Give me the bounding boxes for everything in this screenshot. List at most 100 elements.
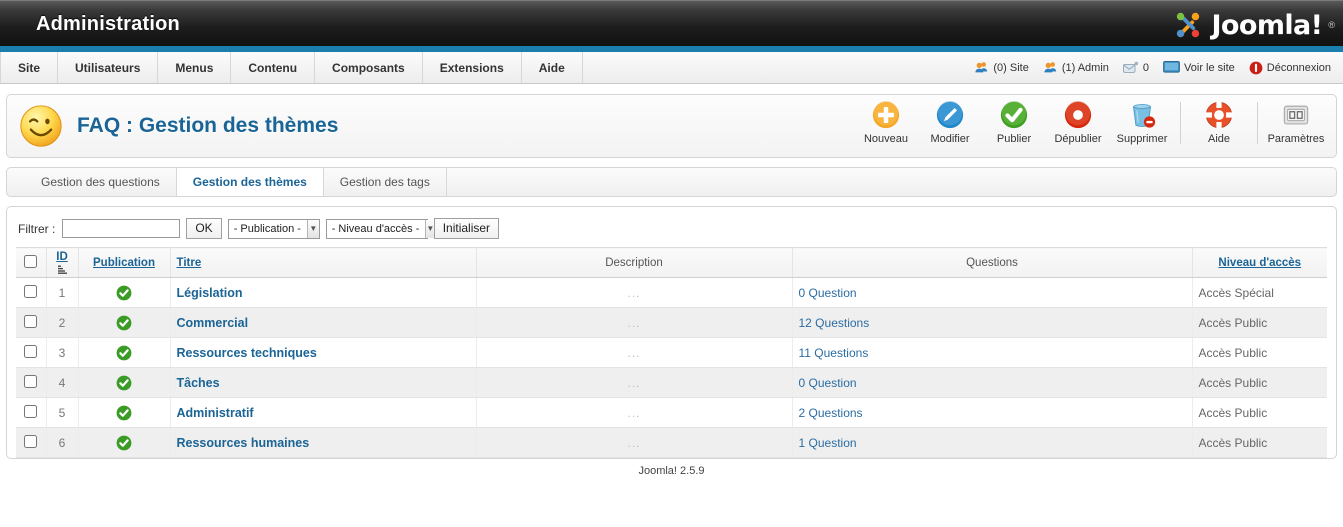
publication-filter-select[interactable]: - Publication - ▼ <box>227 218 320 239</box>
row-title-link[interactable]: Commercial <box>177 316 249 330</box>
row-questions-link[interactable]: 12 Questions <box>799 316 870 330</box>
row-title-cell[interactable]: Administratif <box>170 397 477 428</box>
menu-item-utilisateurs[interactable]: Utilisateurs <box>58 52 159 83</box>
column-titre-label[interactable]: Titre <box>177 257 202 269</box>
row-questions-cell[interactable]: 1 Question <box>792 427 1193 458</box>
column-acces[interactable]: Niveau d'accès <box>1192 247 1327 278</box>
toolbar-publish-button[interactable]: Publier <box>982 98 1046 145</box>
menu-item-extensions[interactable]: Extensions <box>423 52 522 83</box>
row-questions-link[interactable]: 11 Questions <box>799 346 869 360</box>
row-questions-link[interactable]: 1 Question <box>799 436 857 450</box>
row-publication-cell[interactable] <box>78 277 171 308</box>
row-checkbox[interactable] <box>24 344 38 358</box>
tab-gestion-des-themes[interactable]: Gestion des thèmes <box>176 168 324 196</box>
row-publication-cell[interactable] <box>78 337 171 368</box>
minus-circle-icon <box>1064 100 1092 129</box>
published-check-icon[interactable] <box>116 315 132 331</box>
published-check-icon[interactable] <box>116 435 132 451</box>
column-id-label[interactable]: ID <box>56 252 68 264</box>
row-title-cell[interactable]: Ressources humaines <box>170 427 477 458</box>
options-icon <box>1283 105 1309 125</box>
row-publication-cell[interactable] <box>78 307 171 338</box>
access-filter-select[interactable]: - Niveau d'accès - ▼ <box>325 218 435 239</box>
row-questions-cell[interactable]: 0 Question <box>792 367 1193 398</box>
row-title-link[interactable]: Législation <box>177 286 243 300</box>
column-publication-label[interactable]: Publication <box>93 257 155 269</box>
toolbar-unpublish-button[interactable]: Dépublier <box>1046 98 1110 145</box>
row-checkbox[interactable] <box>24 434 38 448</box>
select-all-checkbox[interactable] <box>24 254 38 268</box>
chevron-down-icon: ▼ <box>306 219 319 238</box>
row-acces-cell: Accès Public <box>1192 397 1327 428</box>
row-checkbox[interactable] <box>24 284 38 298</box>
row-questions-link[interactable]: 0 Question <box>799 376 857 390</box>
toolbar-delete-button[interactable]: Supprimer <box>1110 98 1174 145</box>
row-acces-text: Accès Public <box>1198 375 1268 390</box>
table-row[interactable]: 1 Législation ... 0 Question Accès Spéci… <box>16 277 1327 308</box>
row-acces-text: Accès Public <box>1198 315 1268 330</box>
table-row[interactable]: 3 Ressources techniques ... 11 Questions… <box>16 337 1327 368</box>
tab-gestion-des-questions[interactable]: Gestion des questions <box>25 168 177 196</box>
toolbar-help-button[interactable]: Aide <box>1187 98 1251 145</box>
column-publication[interactable]: Publication <box>78 247 171 278</box>
row-title-cell[interactable]: Ressources techniques <box>170 337 477 368</box>
row-questions-cell[interactable]: 2 Questions <box>792 397 1193 428</box>
row-checkbox[interactable] <box>24 374 38 388</box>
filter-ok-button[interactable]: OK <box>186 218 222 239</box>
toolbar-options-button[interactable]: Paramètres <box>1264 98 1328 145</box>
status-preview-site[interactable]: Voir le site <box>1163 61 1235 74</box>
toolbar-new-button[interactable]: Nouveau <box>854 98 918 145</box>
select-value: - Publication - <box>233 222 301 235</box>
row-title-link[interactable]: Ressources humaines <box>177 436 310 450</box>
menu-item-aide[interactable]: Aide <box>522 52 583 83</box>
row-publication-cell[interactable] <box>78 367 171 398</box>
column-titre[interactable]: Titre <box>170 247 477 278</box>
table-row[interactable]: 6 Ressources humaines ... 1 Question Acc… <box>16 427 1327 458</box>
row-checkbox[interactable] <box>24 404 38 418</box>
row-title-cell[interactable]: Tâches <box>170 367 477 398</box>
row-title-link[interactable]: Administratif <box>177 406 254 420</box>
content-panel: Filtrer : OK - Publication - ▼ - Niveau … <box>6 206 1337 459</box>
search-input[interactable] <box>62 219 181 238</box>
column-acces-label[interactable]: Niveau d'accès <box>1218 257 1301 269</box>
row-questions-cell[interactable]: 0 Question <box>792 277 1193 308</box>
row-questions-cell[interactable]: 12 Questions <box>792 307 1193 338</box>
status-admin-users[interactable]: (1) Admin <box>1043 61 1109 75</box>
top-header: Administration Joomla! ® <box>0 0 1343 52</box>
table-row[interactable]: 2 Commercial ... 12 Questions Accès Publ… <box>16 307 1327 338</box>
row-publication-cell[interactable] <box>78 397 171 428</box>
column-id[interactable]: ID <box>46 247 79 278</box>
published-check-icon[interactable] <box>116 405 132 421</box>
row-publication-cell[interactable] <box>78 427 171 458</box>
column-description-label: Description <box>605 256 663 269</box>
row-title-link[interactable]: Ressources techniques <box>177 346 317 360</box>
row-title-cell[interactable]: Commercial <box>170 307 477 338</box>
column-questions: Questions <box>792 247 1193 278</box>
table-row[interactable]: 5 Administratif ... 2 Questions Accès Pu… <box>16 397 1327 428</box>
published-check-icon[interactable] <box>116 375 132 391</box>
menu-item-site[interactable]: Site <box>0 52 59 83</box>
toolbar-edit-button[interactable]: Modifier <box>918 98 982 145</box>
row-select-cell <box>16 427 47 458</box>
status-site-visitors[interactable]: (0) Site <box>974 61 1029 75</box>
published-check-icon[interactable] <box>116 285 132 301</box>
row-select-cell <box>16 367 47 398</box>
row-questions-link[interactable]: 2 Questions <box>799 406 863 420</box>
menu-item-contenu[interactable]: Contenu <box>231 52 316 83</box>
published-check-icon[interactable] <box>116 345 132 361</box>
tab-gestion-des-tags[interactable]: Gestion des tags <box>324 168 447 196</box>
row-title-cell[interactable]: Législation <box>170 277 477 308</box>
status-label: Voir le site <box>1184 61 1235 74</box>
table-row[interactable]: 4 Tâches ... 0 Question Accès Public <box>16 367 1327 398</box>
row-questions-cell[interactable]: 11 Questions <box>792 337 1193 368</box>
row-title-link[interactable]: Tâches <box>177 376 220 390</box>
filter-reset-button[interactable]: Initialiser <box>433 218 500 239</box>
row-questions-link[interactable]: 0 Question <box>799 286 857 300</box>
status-label: 0 <box>1142 61 1150 74</box>
status-messages[interactable]: 0 <box>1122 61 1150 74</box>
status-logout[interactable]: Déconnexion <box>1249 61 1331 75</box>
menu-item-menus[interactable]: Menus <box>158 52 232 83</box>
menu-item-composants[interactable]: Composants <box>315 52 423 83</box>
row-checkbox[interactable] <box>24 314 38 328</box>
row-description: ... <box>476 427 793 458</box>
